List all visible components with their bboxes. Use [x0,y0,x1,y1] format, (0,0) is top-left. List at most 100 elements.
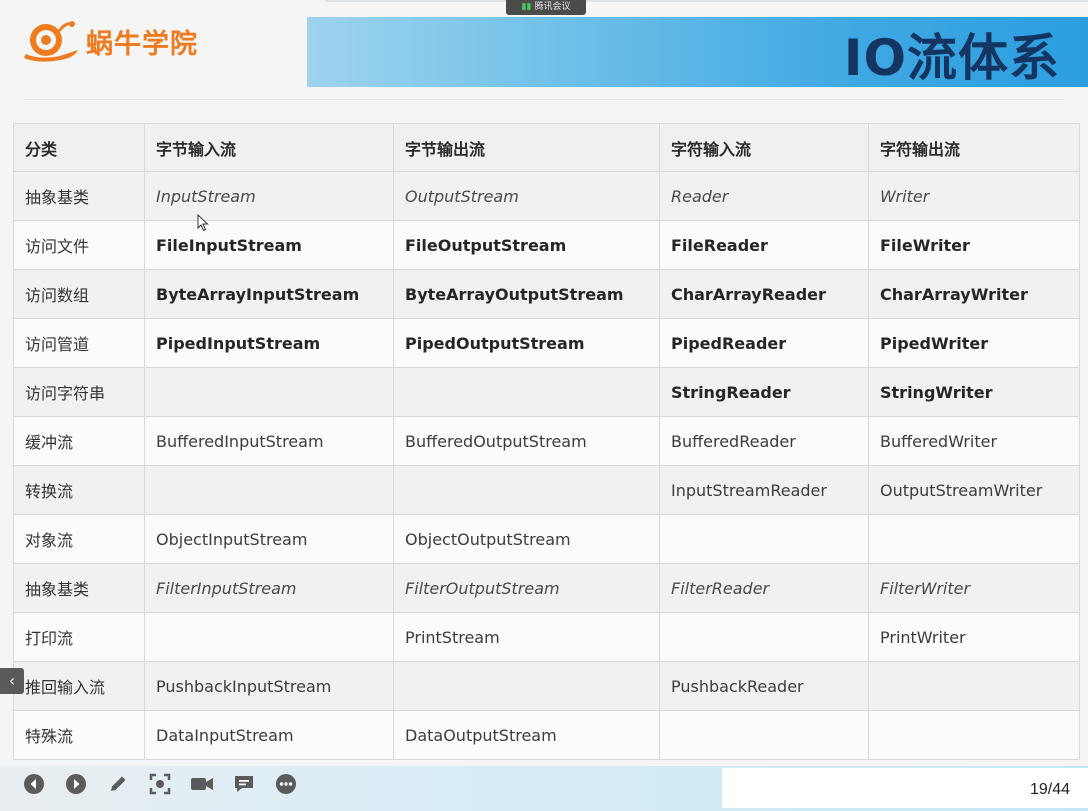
slide-toolbar: 19/44 [0,760,1088,811]
char-output-cell: PrintWriter [868,612,1080,662]
char-output-cell [868,710,1080,760]
char-input-cell: PushbackReader [659,661,869,711]
char-input-cell: FilterReader [659,563,869,613]
byte-input-cell: InputStream [144,171,394,221]
byte-input-cell: ByteArrayInputStream [144,269,394,319]
byte-output-cell: PipedOutputStream [393,318,660,368]
pen-icon [111,776,126,791]
byte-input-cell: PipedInputStream [144,318,394,368]
byte-input-cell: DataInputStream [144,710,394,760]
screenshot-button[interactable] [148,772,172,796]
char-output-cell [868,661,1080,711]
meeting-indicator[interactable]: ▮▮ 腾讯会议 [506,0,586,15]
char-input-cell [659,612,869,662]
header-divider [24,99,1064,100]
byte-output-cell: DataOutputStream [393,710,660,760]
table-row: 转换流 InputStreamReader OutputStreamWriter [13,465,1080,515]
table-row: 推回输入流 PushbackInputStream PushbackReader [13,661,1080,711]
chevron-left-icon: ‹ [8,671,16,690]
byte-output-cell: ByteArrayOutputStream [393,269,660,319]
category-cell: 打印流 [13,612,145,662]
table-row: 访问字符串 StringReader StringWriter [13,367,1080,417]
column-header-char-output: 字符输出流 [868,123,1080,172]
category-cell: 访问文件 [13,220,145,270]
pen-tool-button[interactable] [106,772,130,796]
meeting-label: 腾讯会议 [534,2,571,12]
more-icon [276,774,296,794]
category-cell: 推回输入流 [13,661,145,711]
char-input-cell: BufferedReader [659,416,869,466]
table-row: 访问管道 PipedInputStream PipedOutputStream … [13,318,1080,368]
byte-output-cell: FileOutputStream [393,220,660,270]
next-slide-button[interactable] [64,772,88,796]
category-cell: 访问数组 [13,269,145,319]
char-input-cell [659,514,869,564]
slide-header: ▮▮ 腾讯会议 蜗牛学院 IO流体系 [0,0,1088,100]
byte-input-cell [144,465,394,515]
collapse-panel-button[interactable]: ‹ [0,668,24,694]
byte-input-cell: BufferedInputStream [144,416,394,466]
prev-icon [24,774,44,794]
char-output-cell: PipedWriter [868,318,1080,368]
category-cell: 抽象基类 [13,171,145,221]
table-row: 访问数组 ByteArrayInputStream ByteArrayOutpu… [13,269,1080,319]
char-input-cell: PipedReader [659,318,869,368]
char-output-cell: BufferedWriter [868,416,1080,466]
mouse-cursor-icon [197,214,209,232]
column-header-byte-output: 字节输出流 [393,123,660,172]
char-input-cell: CharArrayReader [659,269,869,319]
char-input-cell [659,710,869,760]
category-cell: 抽象基类 [13,563,145,613]
page-indicator-box: 19/44 [722,768,1088,808]
byte-input-cell [144,612,394,662]
next-icon [66,774,86,794]
camera-icon [191,778,213,790]
comment-button[interactable] [232,772,256,796]
category-cell: 访问管道 [13,318,145,368]
byte-output-cell: OutputStream [393,171,660,221]
camera-button[interactable] [190,772,214,796]
char-input-cell: FileReader [659,220,869,270]
category-cell: 对象流 [13,514,145,564]
column-header-char-input: 字符输入流 [659,123,869,172]
logo-text: 蜗牛学院 [86,28,198,60]
prev-slide-button[interactable] [22,772,46,796]
category-cell: 缓冲流 [13,416,145,466]
table-row: 打印流 PrintStream PrintWriter [13,612,1080,662]
char-output-cell: FileWriter [868,220,1080,270]
table-row: 缓冲流 BufferedInputStream BufferedOutputSt… [13,416,1080,466]
byte-output-cell: PrintStream [393,612,660,662]
table-header-row: 分类 字节输入流 字节输出流 字符输入流 字符输出流 [13,123,1080,172]
screenshot-icon [149,773,171,795]
column-header-category: 分类 [13,123,145,172]
byte-input-cell: PushbackInputStream [144,661,394,711]
io-stream-table: 分类 字节输入流 字节输出流 字符输入流 字符输出流 抽象基类 InputStr… [13,123,1080,760]
char-input-cell: Reader [659,171,869,221]
logo: 蜗牛学院 [20,18,198,64]
char-output-cell: Writer [868,171,1080,221]
byte-output-cell [393,367,660,417]
byte-input-cell: FilterInputStream [144,563,394,613]
char-input-cell: StringReader [659,367,869,417]
snail-logo-icon [24,21,78,62]
byte-output-cell [393,661,660,711]
byte-output-cell [393,465,660,515]
top-divider [325,0,1088,2]
category-cell: 转换流 [13,465,145,515]
table-row: 对象流 ObjectInputStream ObjectOutputStream [13,514,1080,564]
category-cell: 访问字符串 [13,367,145,417]
table-row: 访问文件 FileInputStream FileOutputStream Fi… [13,220,1080,270]
char-output-cell: OutputStreamWriter [868,465,1080,515]
signal-icon: ▮▮ [521,2,532,12]
char-output-cell: StringWriter [868,367,1080,417]
byte-output-cell: BufferedOutputStream [393,416,660,466]
comment-icon [235,776,253,792]
byte-input-cell [144,367,394,417]
table-row: 抽象基类 FilterInputStream FilterOutputStrea… [13,563,1080,613]
table-row: 抽象基类 InputStream OutputStream Reader Wri… [13,171,1080,221]
byte-input-cell: ObjectInputStream [144,514,394,564]
more-options-button[interactable] [274,772,298,796]
byte-output-cell: FilterOutputStream [393,563,660,613]
char-output-cell [868,514,1080,564]
table-row: 特殊流 DataInputStream DataOutputStream [13,710,1080,760]
